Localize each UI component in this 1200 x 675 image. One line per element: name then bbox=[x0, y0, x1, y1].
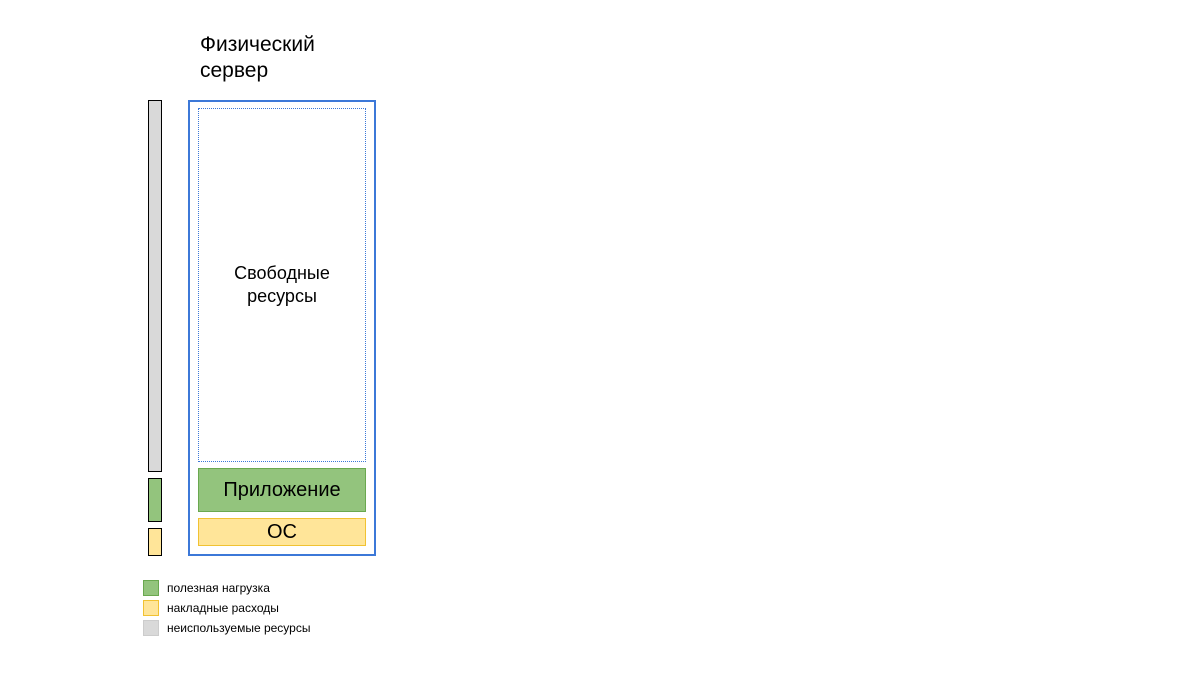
usage-segment-payload bbox=[148, 478, 162, 522]
application-box: Приложение bbox=[198, 468, 366, 512]
usage-segment-overhead bbox=[148, 528, 162, 556]
resource-usage-bar bbox=[148, 100, 162, 556]
legend-swatch-yellow bbox=[143, 600, 159, 616]
free-resources-box: Свободныересурсы bbox=[198, 108, 366, 462]
legend-item-unused: неиспользуемые ресурсы bbox=[143, 620, 310, 636]
os-label: ОС bbox=[267, 521, 297, 544]
application-label: Приложение bbox=[223, 479, 340, 502]
legend-item-payload: полезная нагрузка bbox=[143, 580, 310, 596]
diagram-title: Физический сервер bbox=[200, 32, 315, 85]
legend-label: неиспользуемые ресурсы bbox=[167, 621, 310, 635]
legend-swatch-green bbox=[143, 580, 159, 596]
os-box: ОС bbox=[198, 518, 366, 546]
title-line-1: Физический bbox=[200, 33, 315, 56]
legend-label: накладные расходы bbox=[167, 601, 279, 615]
legend: полезная нагрузка накладные расходы неис… bbox=[143, 580, 310, 636]
legend-item-overhead: накладные расходы bbox=[143, 600, 310, 616]
legend-swatch-grey bbox=[143, 620, 159, 636]
title-line-2: сервер bbox=[200, 59, 268, 82]
usage-segment-unused bbox=[148, 100, 162, 472]
free-resources-label: Свободныересурсы bbox=[234, 262, 330, 309]
legend-label: полезная нагрузка bbox=[167, 581, 270, 595]
physical-server-box: Свободныересурсы Приложение ОС bbox=[188, 100, 376, 556]
